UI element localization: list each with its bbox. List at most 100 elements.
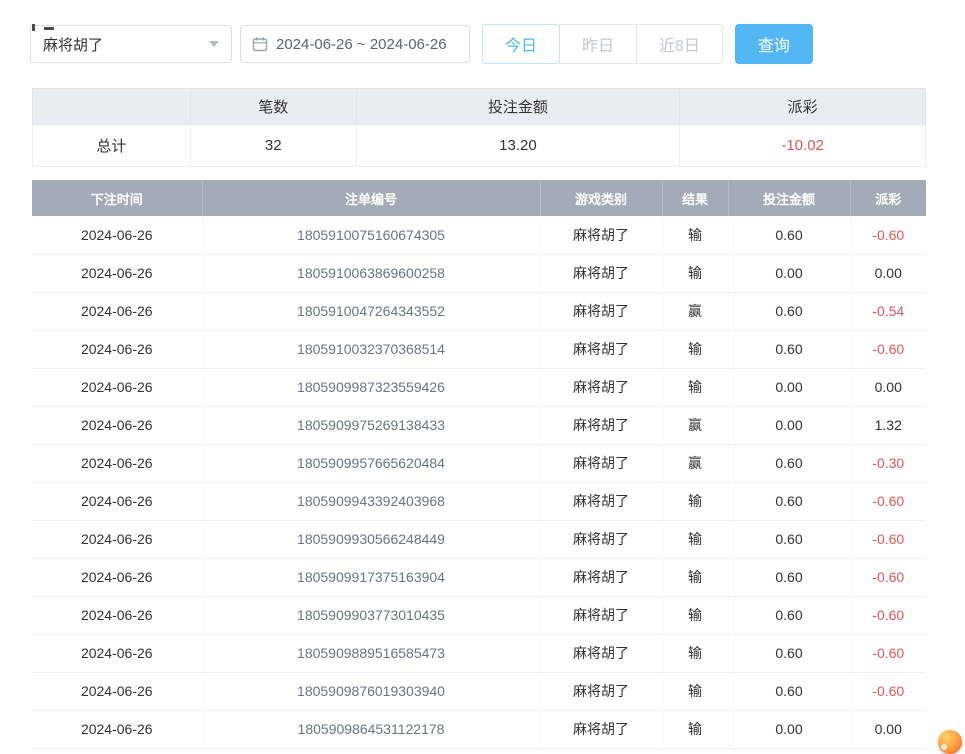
query-button[interactable]: 查询 <box>735 24 813 64</box>
cell-result: 赢 <box>662 292 728 330</box>
clipped-page-title <box>30 24 70 31</box>
filter-bar: 麻将胡了 2024-06-26 ~ 2024-06-26 今日 昨日 近8日 查… <box>30 24 965 64</box>
quick-button-today[interactable]: 今日 <box>482 24 560 64</box>
cell-result: 赢 <box>662 444 728 482</box>
cell-bet: 0.60 <box>728 292 850 330</box>
cell-payout: 0.00 <box>850 254 926 292</box>
quick-range-group: 今日 昨日 近8日 <box>482 24 723 64</box>
cell-result: 输 <box>662 330 728 368</box>
cell-bet: 0.60 <box>728 520 850 558</box>
cell-game: 麻将胡了 <box>540 292 662 330</box>
cell-game: 麻将胡了 <box>540 406 662 444</box>
records-header-order: 注单编号 <box>202 180 540 216</box>
cell-order: 1805909987323559426 <box>202 368 540 406</box>
records-body: 2024-06-261805910075160674305麻将胡了输0.60-0… <box>32 216 926 748</box>
cell-order: 1805909917375163904 <box>202 558 540 596</box>
cell-time: 2024-06-26 <box>32 406 202 444</box>
cell-result: 输 <box>662 596 728 634</box>
game-select-value: 麻将胡了 <box>43 34 103 55</box>
cell-time: 2024-06-26 <box>32 596 202 634</box>
cell-result: 输 <box>662 254 728 292</box>
cell-order: 1805909864531122178 <box>202 710 540 748</box>
records-header-bet: 投注金额 <box>728 180 850 216</box>
cell-game: 麻将胡了 <box>540 596 662 634</box>
cell-bet: 0.00 <box>728 254 850 292</box>
cell-order: 1805909975269138433 <box>202 406 540 444</box>
cell-game: 麻将胡了 <box>540 634 662 672</box>
date-range-value: 2024-06-26 ~ 2024-06-26 <box>276 36 447 53</box>
cell-order: 1805910032370368514 <box>202 330 540 368</box>
cell-game: 麻将胡了 <box>540 254 662 292</box>
cell-order: 1805910063869600258 <box>202 254 540 292</box>
summary-header-bet: 投注金额 <box>356 89 680 125</box>
cell-order: 1805909930566248449 <box>202 520 540 558</box>
cell-time: 2024-06-26 <box>32 254 202 292</box>
records-table: 下注时间 注单编号 游戏类别 结果 投注金额 派彩 2024-06-261805… <box>32 180 926 749</box>
quick-button-yesterday[interactable]: 昨日 <box>559 24 637 64</box>
table-row: 2024-06-261805909903773010435麻将胡了输0.60-0… <box>32 596 926 634</box>
cell-game: 麻将胡了 <box>540 482 662 520</box>
summary-header-count: 笔数 <box>190 89 356 125</box>
cell-time: 2024-06-26 <box>32 710 202 748</box>
cell-result: 输 <box>662 634 728 672</box>
cell-bet: 0.60 <box>728 672 850 710</box>
table-row: 2024-06-261805910047264343552麻将胡了赢0.60-0… <box>32 292 926 330</box>
cell-bet: 0.60 <box>728 596 850 634</box>
records-header-game: 游戏类别 <box>540 180 662 216</box>
cell-game: 麻将胡了 <box>540 710 662 748</box>
cell-time: 2024-06-26 <box>32 444 202 482</box>
cell-bet: 0.00 <box>728 406 850 444</box>
records-header-result: 结果 <box>662 180 728 216</box>
cell-payout: -0.60 <box>850 634 926 672</box>
cell-payout: -0.60 <box>850 520 926 558</box>
cell-time: 2024-06-26 <box>32 216 202 254</box>
cell-bet: 0.60 <box>728 634 850 672</box>
cell-bet: 0.60 <box>728 444 850 482</box>
cell-game: 麻将胡了 <box>540 444 662 482</box>
quick-button-last8days[interactable]: 近8日 <box>636 24 723 64</box>
customer-service-icon[interactable] <box>938 730 962 754</box>
table-row: 2024-06-261805909917375163904麻将胡了输0.60-0… <box>32 558 926 596</box>
summary-total-payout: -10.02 <box>680 125 926 167</box>
cell-bet: 0.60 <box>728 482 850 520</box>
summary-total-row: 总计 32 13.20 -10.02 <box>33 125 926 167</box>
cell-bet: 0.60 <box>728 558 850 596</box>
cell-payout: 1.32 <box>850 406 926 444</box>
cell-result: 赢 <box>662 406 728 444</box>
table-row: 2024-06-261805909987323559426麻将胡了输0.000.… <box>32 368 926 406</box>
table-row: 2024-06-261805909889516585473麻将胡了输0.60-0… <box>32 634 926 672</box>
cell-time: 2024-06-26 <box>32 634 202 672</box>
cell-order: 1805909957665620484 <box>202 444 540 482</box>
table-row: 2024-06-261805909975269138433麻将胡了赢0.001.… <box>32 406 926 444</box>
cell-time: 2024-06-26 <box>32 368 202 406</box>
table-row: 2024-06-261805909876019303940麻将胡了输0.60-0… <box>32 672 926 710</box>
cell-order: 1805909889516585473 <box>202 634 540 672</box>
table-row: 2024-06-261805910075160674305麻将胡了输0.60-0… <box>32 216 926 254</box>
cell-order: 1805909943392403968 <box>202 482 540 520</box>
table-row: 2024-06-261805909930566248449麻将胡了输0.60-0… <box>32 520 926 558</box>
cell-bet: 0.60 <box>728 330 850 368</box>
cell-payout: 0.00 <box>850 368 926 406</box>
chevron-down-icon <box>209 41 219 47</box>
cell-order: 1805909876019303940 <box>202 672 540 710</box>
summary-header-blank <box>33 89 191 125</box>
cell-payout: -0.60 <box>850 482 926 520</box>
cell-payout: -0.60 <box>850 672 926 710</box>
cell-result: 输 <box>662 482 728 520</box>
cell-payout: -0.60 <box>850 596 926 634</box>
cell-bet: 0.00 <box>728 710 850 748</box>
cell-result: 输 <box>662 710 728 748</box>
cell-time: 2024-06-26 <box>32 330 202 368</box>
date-range-picker[interactable]: 2024-06-26 ~ 2024-06-26 <box>240 25 470 63</box>
summary-table: 笔数 投注金额 派彩 总计 32 13.20 -10.02 <box>32 88 926 167</box>
calendar-icon <box>252 36 268 52</box>
cell-bet: 0.60 <box>728 216 850 254</box>
summary-header-payout: 派彩 <box>680 89 926 125</box>
cell-payout: -0.60 <box>850 216 926 254</box>
cell-result: 输 <box>662 216 728 254</box>
cell-game: 麻将胡了 <box>540 368 662 406</box>
table-row: 2024-06-261805909864531122178麻将胡了输0.000.… <box>32 710 926 748</box>
cell-time: 2024-06-26 <box>32 482 202 520</box>
cell-payout: 0.00 <box>850 710 926 748</box>
cell-game: 麻将胡了 <box>540 330 662 368</box>
